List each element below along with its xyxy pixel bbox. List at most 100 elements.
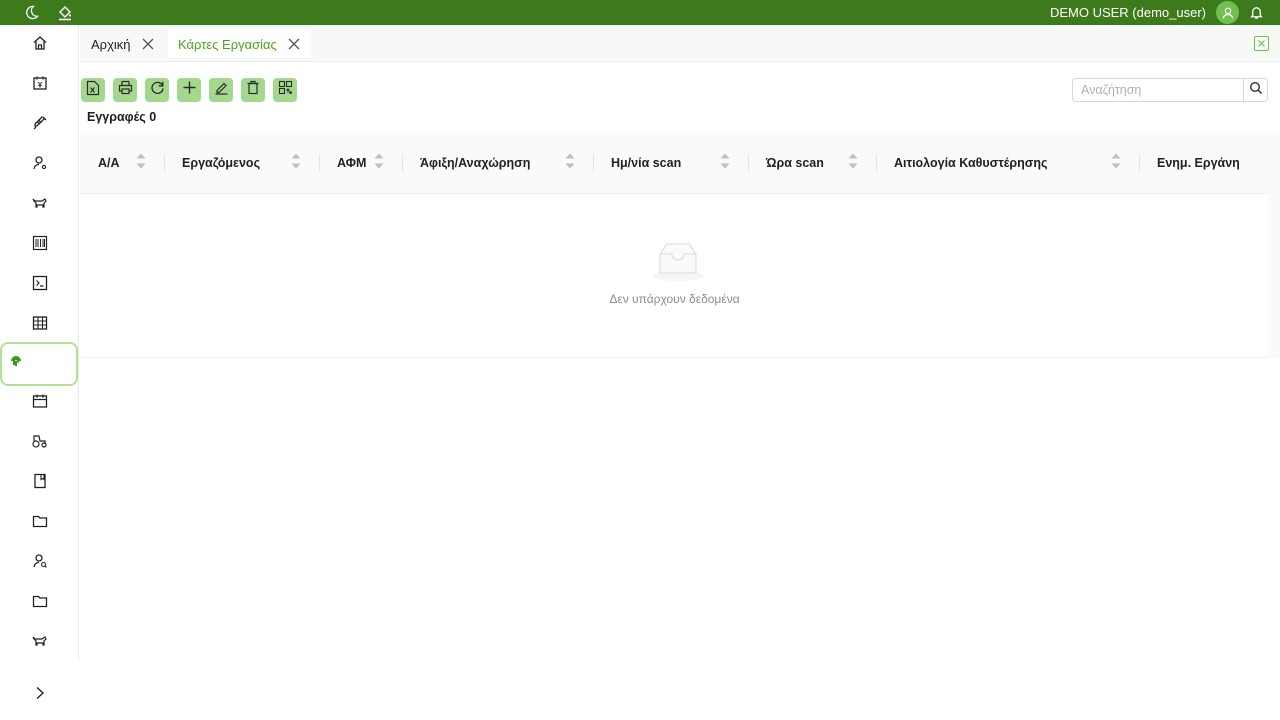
delete-icon (246, 80, 260, 100)
folder-icon (32, 513, 48, 534)
tractor-icon (31, 433, 48, 454)
column-header-afm[interactable]: ΑΦΜ (320, 132, 403, 194)
column-title: ΑΦΜ (337, 156, 367, 170)
sidebar-item-machinery[interactable] (0, 423, 79, 463)
paint-bucket-icon[interactable] (57, 5, 73, 21)
moon-icon[interactable] (24, 5, 39, 20)
delete-button[interactable] (241, 78, 265, 102)
search-box (1072, 78, 1268, 102)
sidebar-item-payments[interactable] (0, 65, 79, 105)
sort-icon[interactable] (135, 151, 147, 171)
export-excel-button[interactable] (81, 78, 105, 102)
add-button[interactable] (177, 78, 201, 102)
sidebar-item-home[interactable] (0, 25, 79, 65)
edit-button[interactable] (209, 78, 233, 102)
column-title: Α/Α (98, 156, 120, 170)
fingerprint-icon (10, 355, 22, 374)
book-icon (32, 473, 48, 494)
sort-icon[interactable] (847, 151, 859, 171)
close-icon[interactable] (287, 37, 301, 51)
toolbar (81, 78, 297, 102)
search-button[interactable] (1243, 79, 1267, 101)
qr-code-button[interactable] (273, 78, 297, 102)
table-header: Α/Α Εργαζόμενος ΑΦΜ Άφιξη/Αναχώρηση Ημ/ν… (80, 132, 1269, 194)
user-search-icon (32, 553, 48, 574)
search-icon (1249, 81, 1263, 100)
table-scrollbar[interactable] (1269, 132, 1280, 358)
sidebar-item-livestock[interactable] (0, 185, 79, 225)
column-title: Άφιξη/Αναχώρηση (420, 156, 531, 170)
cow-icon (31, 633, 48, 654)
print-button[interactable] (113, 78, 137, 102)
column-header-scan-date[interactable]: Ημ/νία scan (594, 132, 749, 194)
column-title: Αιτιολογία Καθυστέρησης (894, 156, 1048, 170)
sidebar-item-work-cards[interactable] (0, 342, 78, 386)
sidebar-item-calendar[interactable] (0, 383, 79, 423)
edit-icon (214, 80, 229, 100)
sort-icon[interactable] (373, 151, 385, 171)
search-input[interactable] (1073, 79, 1244, 101)
sort-icon[interactable] (290, 151, 302, 171)
close-icon[interactable] (141, 37, 155, 51)
sidebar-item-console[interactable] (0, 265, 79, 305)
tab-bar: Αρχική Κάρτες Εργασίας (80, 25, 1280, 62)
sidebar-item-vaccinations[interactable] (0, 105, 79, 145)
sidebar-item-users[interactable] (0, 145, 79, 185)
sidebar-item-folder-2[interactable] (0, 583, 79, 623)
sort-icon[interactable] (719, 151, 731, 171)
sidebar-item-livestock-2[interactable] (0, 623, 79, 663)
column-header-employee[interactable]: Εργαζόμενος (165, 132, 320, 194)
column-header-scan-time[interactable]: Ώρα scan (749, 132, 877, 194)
column-title: Ώρα scan (766, 156, 824, 170)
column-title: Ενημ. Εργάνη (1157, 156, 1240, 170)
empty-text: Δεν υπάρχουν δεδομένα (609, 292, 740, 306)
tab-label: Κάρτες Εργασίας (178, 36, 277, 52)
calendar-yen-icon (32, 75, 48, 96)
table-icon (32, 315, 48, 336)
terminal-icon (32, 275, 48, 296)
cow-icon (31, 195, 48, 216)
folder-icon (32, 593, 48, 614)
sidebar (0, 25, 79, 660)
work-cards-table: Α/Α Εργαζόμενος ΑΦΜ Άφιξη/Αναχώρηση Ημ/ν… (80, 132, 1269, 358)
sidebar-expand-button[interactable] (28, 683, 52, 707)
add-icon (182, 80, 197, 100)
print-icon (118, 80, 133, 100)
tab-home[interactable]: Αρχική (81, 30, 165, 58)
syringe-icon (32, 115, 48, 136)
table-body: Δεν υπάρχουν δεδομένα (80, 194, 1269, 358)
column-header-ergani-update[interactable]: Ενημ. Εργάνη (1140, 132, 1269, 194)
column-header-arrival-departure[interactable]: Άφιξη/Αναχώρηση (403, 132, 594, 194)
empty-inbox-icon (650, 240, 706, 287)
barcode-icon (32, 235, 48, 256)
qr-code-icon (278, 80, 293, 100)
calendar-icon (32, 393, 48, 414)
sort-icon[interactable] (1110, 151, 1122, 171)
excel-export-icon (86, 80, 100, 101)
column-title: Ημ/νία scan (611, 156, 682, 170)
close-icon (1257, 35, 1266, 53)
close-all-tabs-button[interactable] (1254, 36, 1269, 51)
refresh-button[interactable] (145, 78, 169, 102)
user-avatar-icon[interactable] (1216, 1, 1239, 24)
sort-icon[interactable] (564, 151, 576, 171)
column-header-delay-reason[interactable]: Αιτιολογία Καθυστέρησης (877, 132, 1140, 194)
bell-icon[interactable] (1249, 5, 1264, 20)
column-header-aa[interactable]: Α/Α (80, 132, 165, 194)
column-title: Εργαζόμενος (182, 156, 261, 170)
tab-work-cards[interactable]: Κάρτες Εργασίας (168, 30, 311, 58)
sidebar-item-records-book[interactable] (0, 463, 79, 503)
chevron-right-icon (34, 686, 46, 705)
records-count: Εγγραφές 0 (87, 110, 157, 124)
sidebar-item-tables[interactable] (0, 305, 79, 345)
empty-state: Δεν υπάρχουν δεδομένα (80, 194, 1269, 358)
sidebar-item-user-search[interactable] (0, 543, 79, 583)
user-settings-icon (32, 155, 48, 176)
user-name[interactable]: DEMO USER (demo_user) (1050, 5, 1206, 20)
top-bar: DEMO USER (demo_user) (0, 0, 1280, 25)
home-icon (32, 35, 48, 56)
tab-label: Αρχική (91, 36, 131, 52)
sidebar-item-folder-1[interactable] (0, 503, 79, 543)
sidebar-item-barcodes[interactable] (0, 225, 79, 265)
refresh-icon (150, 80, 165, 100)
